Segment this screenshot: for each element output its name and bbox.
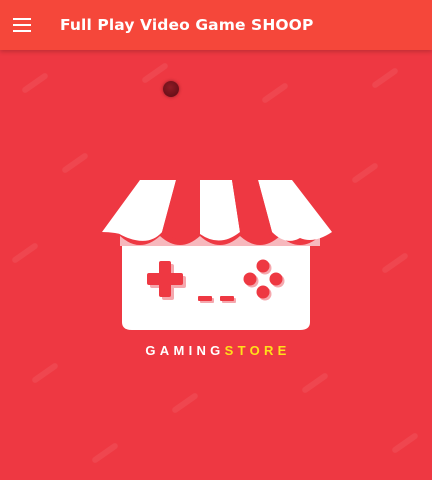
brand-wordmark: GAMINGSTORE (0, 343, 432, 358)
brand-gaming-text: GAMING (145, 343, 225, 358)
gaming-store-icon (102, 180, 332, 330)
app-bar: Full Play Video Game SHOOP (0, 0, 432, 50)
loading-indicator (163, 81, 179, 97)
menu-button[interactable] (0, 0, 44, 50)
app-title: Full Play Video Game SHOOP (60, 16, 314, 34)
hamburger-menu-icon (13, 18, 31, 32)
splash-content: GAMINGSTORE (0, 50, 432, 480)
brand-store-text: STORE (224, 343, 291, 358)
